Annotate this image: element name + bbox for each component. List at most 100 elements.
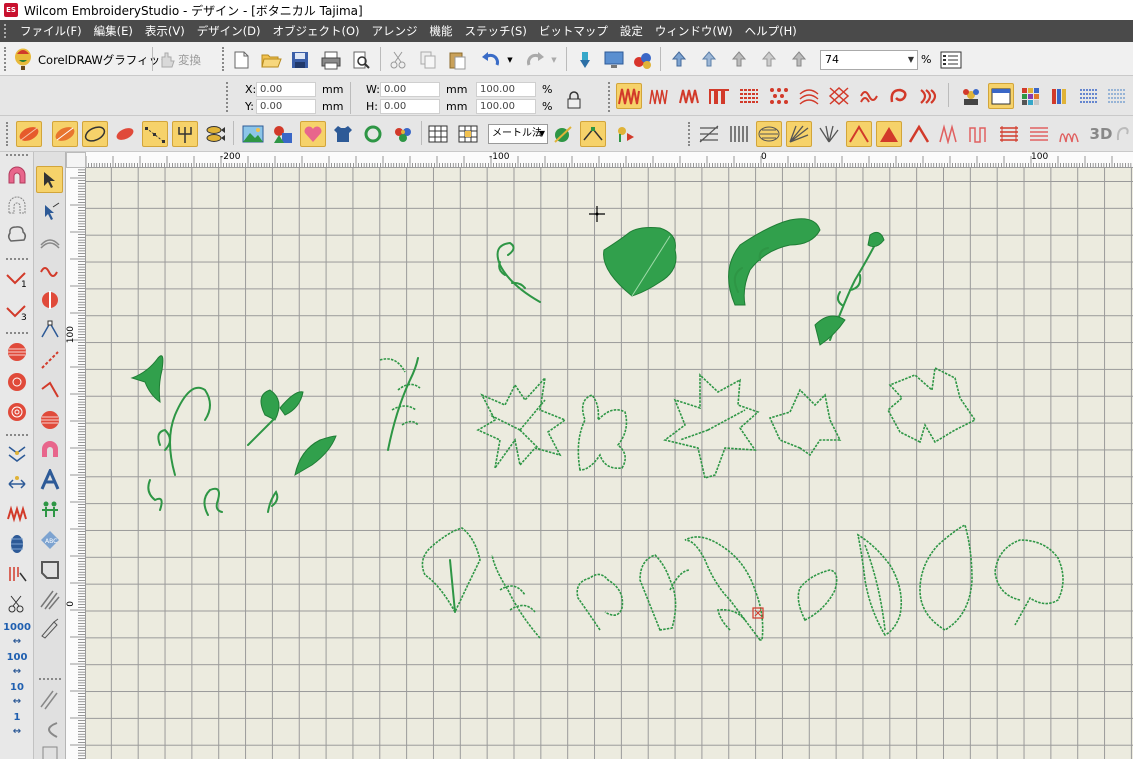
stitch-contour-button[interactable]: [796, 83, 822, 109]
turning-fill-button[interactable]: [786, 121, 812, 147]
knife-tool[interactable]: [36, 286, 63, 313]
stitch-radial-button[interactable]: [916, 83, 942, 109]
small-curl-design[interactable]: [203, 487, 279, 516]
fill-lines-button[interactable]: [1026, 121, 1052, 147]
menu-settings[interactable]: 設定: [614, 23, 649, 39]
redo-button[interactable]: [522, 47, 548, 73]
heart-leaf-design[interactable]: [994, 539, 1064, 626]
leaf-red-button[interactable]: [112, 121, 138, 147]
frame-button[interactable]: [360, 121, 386, 147]
hoop-button-5[interactable]: [786, 47, 812, 73]
leaf-outline-button[interactable]: [82, 121, 108, 147]
save-button[interactable]: [287, 47, 313, 73]
team-names-tool[interactable]: ABC: [36, 526, 63, 553]
circle-fill-button[interactable]: [756, 121, 782, 147]
lettering-tool[interactable]: [36, 466, 63, 493]
stitch-zigzag-button[interactable]: [616, 83, 642, 109]
spiral-fill-tool[interactable]: [3, 398, 30, 425]
arrows-tool[interactable]: [3, 470, 30, 497]
arch-tool[interactable]: [36, 436, 63, 463]
height-percent-input[interactable]: 100.00: [476, 99, 536, 114]
hoop-button-2[interactable]: [696, 47, 722, 73]
cloud-tool[interactable]: [3, 220, 30, 247]
color-film-button[interactable]: [630, 47, 656, 73]
herb-bunch-design[interactable]: [421, 527, 481, 614]
stitch-fill-button[interactable]: [736, 83, 762, 109]
hoop-button-1[interactable]: [666, 47, 692, 73]
gray-applique-tool[interactable]: [3, 192, 30, 219]
circle-fill-tool[interactable]: [3, 338, 30, 365]
bitmap-button[interactable]: [240, 121, 266, 147]
print-button[interactable]: [318, 47, 344, 73]
copy-button[interactable]: [415, 47, 441, 73]
outline-tool[interactable]: [36, 556, 63, 583]
select-tool[interactable]: [36, 166, 63, 193]
menu-help[interactable]: ヘルプ(H): [739, 23, 803, 39]
single-leaf-design[interactable]: [294, 435, 337, 477]
reshape-tool[interactable]: [36, 198, 63, 225]
satin-peak-button[interactable]: [906, 121, 932, 147]
height-input[interactable]: 0.00: [380, 99, 440, 114]
stitch-motif-button[interactable]: [856, 83, 882, 109]
menu-design[interactable]: デザイン(D): [191, 23, 267, 39]
threads-list-button-2[interactable]: [1104, 83, 1130, 109]
oak-leaf-design[interactable]: [603, 227, 677, 297]
fern-curl-design[interactable]: [496, 241, 541, 303]
reshape-button[interactable]: [142, 121, 168, 147]
color-film-toggle-button[interactable]: [988, 83, 1014, 109]
menu-functions[interactable]: 機能: [424, 23, 459, 39]
design-canvas[interactable]: [86, 168, 1133, 759]
input-a-tool[interactable]: 1: [3, 264, 30, 291]
menu-bitmap[interactable]: ビットマップ: [533, 23, 614, 39]
convert-button[interactable]: 変換: [156, 47, 201, 73]
leaf-pair-design[interactable]: [247, 389, 304, 446]
wheat-sprig-design[interactable]: [639, 554, 691, 631]
menu-arrange[interactable]: アレンジ: [366, 23, 424, 39]
undo-button[interactable]: [478, 47, 504, 73]
cut-button[interactable]: [385, 47, 411, 73]
trident-button[interactable]: [172, 121, 198, 147]
menu-object[interactable]: オブジェクト(O): [267, 23, 366, 39]
sequence-button[interactable]: [612, 121, 638, 147]
zoom-field[interactable]: 74 ▼: [820, 50, 918, 70]
step-fill-button[interactable]: [726, 121, 752, 147]
stitch-player-button[interactable]: [601, 47, 627, 73]
input-c-tool[interactable]: 3: [3, 297, 30, 324]
width-input[interactable]: 0.00: [380, 82, 440, 97]
shapes-button[interactable]: [270, 121, 296, 147]
point-fill-2-button[interactable]: [876, 121, 902, 147]
stitch-lines-tool[interactable]: [36, 586, 63, 613]
menu-edit[interactable]: 編集(E): [88, 23, 139, 39]
ruler-corner[interactable]: [66, 152, 86, 168]
new-file-button[interactable]: [228, 47, 254, 73]
fancy-fill-button[interactable]: [1056, 121, 1082, 147]
zigzag-red-button[interactable]: [936, 121, 962, 147]
point-fill-button[interactable]: [846, 121, 872, 147]
spool-tool[interactable]: [3, 530, 30, 557]
monogram-tool[interactable]: [36, 496, 63, 523]
overview-button[interactable]: [938, 48, 964, 72]
travel-button[interactable]: [572, 47, 598, 73]
stitch-pattern-button[interactable]: [826, 83, 852, 109]
needle-point-tool[interactable]: [36, 614, 63, 641]
menu-window[interactable]: ウィンドウ(W): [649, 23, 739, 39]
extra-tool[interactable]: [36, 744, 63, 759]
stitch-dots-button[interactable]: [766, 83, 792, 109]
scroll-vine-design[interactable]: [728, 218, 821, 306]
needle-tool[interactable]: [3, 560, 30, 587]
hoop-button-4[interactable]: [756, 47, 782, 73]
print-preview-button[interactable]: [348, 47, 374, 73]
tatami-button[interactable]: [996, 121, 1022, 147]
angle-button[interactable]: [580, 121, 606, 147]
arc-tool[interactable]: [36, 228, 63, 255]
column-red-button[interactable]: [966, 121, 992, 147]
applique-tool[interactable]: [3, 162, 30, 189]
rounded-leaf-design[interactable]: [797, 569, 838, 622]
line-tool[interactable]: [36, 346, 63, 373]
large-maple-outline[interactable]: [886, 366, 977, 444]
curly-vine-design[interactable]: [130, 355, 211, 511]
x-input[interactable]: 0.00: [256, 82, 316, 97]
y-input[interactable]: 0.00: [256, 99, 316, 114]
measurement-method-select[interactable]: メートル法 ▼: [488, 124, 548, 144]
nodes-tool[interactable]: [36, 316, 63, 343]
